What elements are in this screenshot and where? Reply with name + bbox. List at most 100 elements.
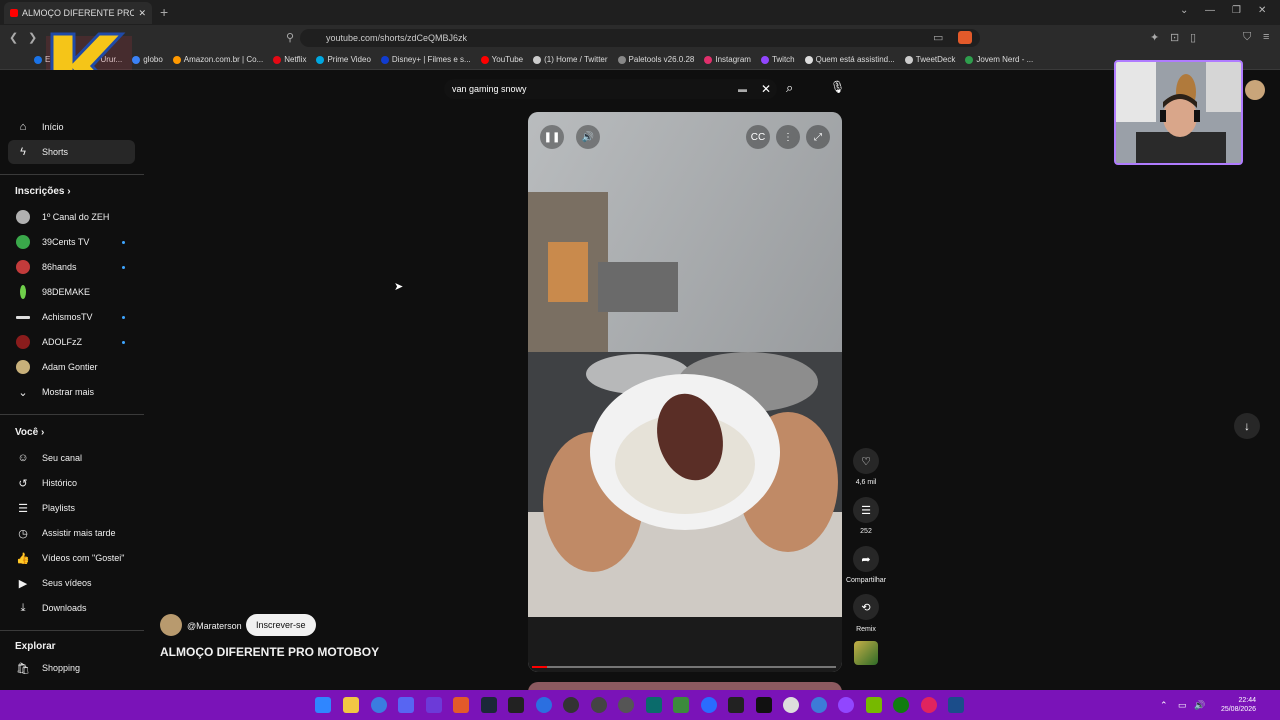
bookmark-item[interactable]: Disney+ | Filmes e s... <box>380 55 471 64</box>
app-icon[interactable] <box>811 697 827 713</box>
sidebar-item-subscription[interactable]: 1º Canal do ZEH <box>8 205 135 229</box>
sidebar-item-shorts[interactable]: ϟ Shorts <box>8 140 135 164</box>
comments-button[interactable]: ☰ <box>853 497 879 523</box>
close-tab-icon[interactable]: ✕ <box>138 8 146 19</box>
app-icon[interactable] <box>756 697 772 713</box>
sidebar-icon[interactable]: ▯ <box>1190 31 1196 44</box>
chrome-icon[interactable] <box>783 697 799 713</box>
discord-icon[interactable] <box>398 697 414 713</box>
bookmark-item[interactable]: Prime Video <box>316 55 371 64</box>
channel-name[interactable]: @Maraterson <box>187 621 242 631</box>
bookmark-item[interactable]: YouTube <box>480 55 523 64</box>
bookmark-item[interactable]: Instagram <box>704 55 751 64</box>
sidebar-item-subscription[interactable]: 86hands <box>8 255 135 279</box>
steam-icon[interactable] <box>481 697 497 713</box>
share-button[interactable]: ➦ <box>853 546 879 572</box>
bookmark-item[interactable]: Quem está assistind... <box>804 55 895 64</box>
browser-icon[interactable] <box>371 697 387 713</box>
url-field[interactable]: youtube.com/shorts/zdCeQMBJ6zk <box>300 29 980 47</box>
bookmark-item[interactable]: Netflix <box>273 55 306 64</box>
new-tab-button[interactable]: + <box>160 4 168 20</box>
brave-icon[interactable] <box>453 697 469 713</box>
sidebar-item-shopping[interactable]: 🛍 Shopping <box>8 656 135 680</box>
bookmark-item[interactable]: TweetDeck <box>904 55 955 64</box>
pause-button[interactable]: ❚❚ <box>540 125 564 149</box>
sidebar-item-liked-videos[interactable]: 👍 Vídeos com "Gostei" <box>8 546 135 570</box>
app-icon[interactable] <box>948 697 964 713</box>
app-icon[interactable] <box>701 697 717 713</box>
terminal-icon[interactable] <box>728 697 744 713</box>
microphone-icon[interactable]: 🎙 <box>830 80 845 94</box>
sidebar-item-subscription[interactable]: 98DEMAKE <box>8 280 135 304</box>
extensions-icon[interactable]: ✦ <box>1150 31 1159 44</box>
bookmark-item[interactable]: Twitch <box>760 55 795 64</box>
captions-icon[interactable]: CC <box>746 125 770 149</box>
sidebar-item-assistir-mais-tarde[interactable]: ◷ Assistir mais tarde <box>8 521 135 545</box>
minimize-button[interactable]: — <box>1205 5 1215 16</box>
tab-search-icon[interactable]: ⌄ <box>1180 5 1188 16</box>
sound-thumbnail[interactable] <box>854 641 878 665</box>
bookmark-item[interactable]: Jovem Nerd - ... <box>965 55 1033 64</box>
keyboard-icon[interactable]: ▬ <box>738 84 747 94</box>
wallet-icon[interactable]: ⛉ <box>1243 31 1251 44</box>
remix-button[interactable]: ⟲ <box>853 594 879 620</box>
more-options-icon[interactable]: ⋮ <box>776 125 800 149</box>
bookmark-item[interactable]: globo <box>132 55 163 64</box>
next-video-button[interactable]: ↓ <box>1234 413 1260 439</box>
maximize-button[interactable]: ❐ <box>1232 5 1241 16</box>
browser-tab[interactable]: ALMOÇO DIFERENTE PRO M ✕ <box>4 2 152 24</box>
search-input[interactable]: van gaming snowy ▬ ✕ <box>444 79 777 99</box>
subscriptions-heading[interactable]: Inscrições › <box>15 186 71 197</box>
subscribe-button[interactable]: Inscrever-se <box>246 614 316 636</box>
nvidia-icon[interactable] <box>866 697 882 713</box>
xbox-icon[interactable] <box>893 697 909 713</box>
sidebar-item-playlists[interactable]: ☰ Playlists <box>8 496 135 520</box>
back-icon[interactable]: ❮ <box>9 31 18 44</box>
you-heading[interactable]: Você › <box>15 427 44 438</box>
sidebar-item-inicio[interactable]: ⌂ Início <box>8 115 135 139</box>
bookmarks-icon[interactable]: ⊡ <box>1170 31 1179 44</box>
sidebar-item-subscription[interactable]: AchismosTV <box>8 305 135 329</box>
sidebar-item-subscription[interactable]: Adam Gontier <box>8 355 135 379</box>
tray-chevron-icon[interactable]: ⌃ <box>1160 700 1168 711</box>
search-icon[interactable]: ⌕ <box>786 80 793 96</box>
app-icon[interactable] <box>921 697 937 713</box>
menu-icon[interactable]: ≡ <box>1263 31 1269 43</box>
brave-shield-icon[interactable] <box>958 31 972 44</box>
bookmark-item[interactable]: Paletools v26.0.28 <box>617 55 694 64</box>
sidebar-item-historico[interactable]: ↺ Histórico <box>8 471 135 495</box>
start-icon[interactable] <box>315 697 331 713</box>
show-more-button[interactable]: ⌄ Mostrar mais <box>8 380 135 404</box>
twitch-icon[interactable] <box>838 697 854 713</box>
bookmark-item[interactable]: Amazon.com.br | Co... <box>172 55 263 64</box>
sidebar-item-downloads[interactable]: ⤓ Downloads <box>8 596 135 620</box>
app-icon[interactable] <box>536 697 552 713</box>
app-icon[interactable] <box>426 697 442 713</box>
taskbar-clock[interactable]: 22:44 25/08/2026 <box>1206 696 1256 714</box>
sidebar-item-subscription[interactable]: ADOLFzZ <box>8 330 135 354</box>
fullscreen-icon[interactable]: ⤢ <box>806 125 830 149</box>
channel-avatar[interactable] <box>160 614 182 636</box>
profile-avatar[interactable] <box>1245 80 1265 100</box>
sidebar-item-seus-videos[interactable]: ▶ Seus vídeos <box>8 571 135 595</box>
video-progress-bar[interactable] <box>532 666 836 668</box>
sidebar-item-seu-canal[interactable]: ☺ Seu canal <box>8 446 135 470</box>
app-icon[interactable] <box>618 697 634 713</box>
app-icon[interactable] <box>563 697 579 713</box>
file-explorer-icon[interactable] <box>343 697 359 713</box>
bookmark-icon[interactable]: ⚲ <box>286 31 294 44</box>
network-icon[interactable]: ▭ <box>1178 700 1187 711</box>
app-icon[interactable] <box>646 697 662 713</box>
short-video-player[interactable]: ❚❚ 🔊 CC ⋮ ⤢ <box>528 112 842 672</box>
cast-icon[interactable]: ▭ <box>933 31 943 44</box>
bookmark-item[interactable]: (1) Home / Twitter <box>533 55 608 64</box>
app-icon[interactable] <box>673 697 689 713</box>
sidebar-item-subscription[interactable]: 39Cents TV <box>8 230 135 254</box>
obs-icon[interactable] <box>508 697 524 713</box>
clear-search-icon[interactable]: ✕ <box>761 82 771 96</box>
app-icon[interactable] <box>591 697 607 713</box>
volume-tray-icon[interactable]: 🔊 <box>1194 700 1205 711</box>
volume-icon[interactable]: 🔊 <box>576 125 600 149</box>
like-button[interactable]: ♡ <box>853 448 879 474</box>
forward-icon[interactable]: ❯ <box>28 31 37 44</box>
